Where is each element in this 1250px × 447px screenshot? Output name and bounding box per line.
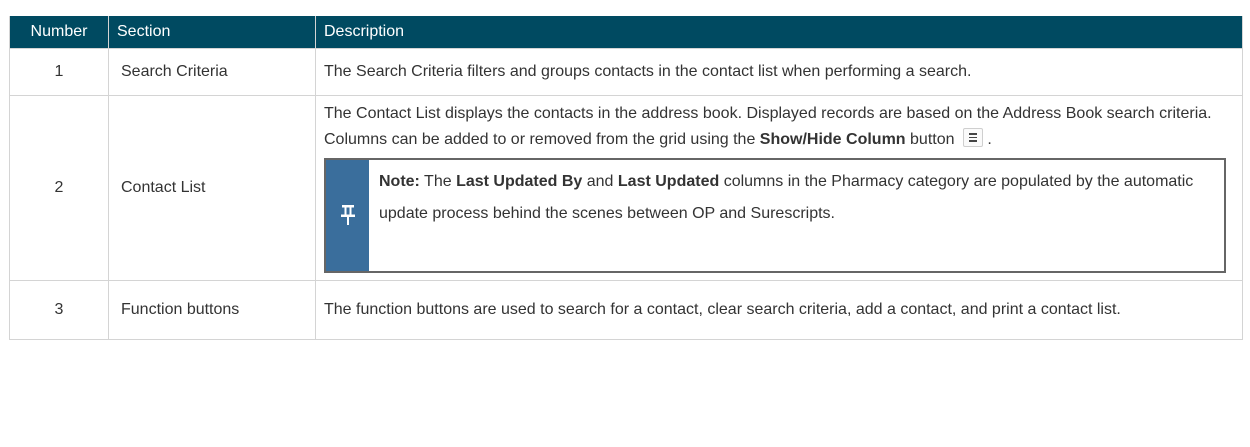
- row-number: 2: [9, 95, 109, 281]
- column-list-icon: [962, 128, 983, 148]
- row-section: Contact List: [108, 95, 316, 281]
- row-number: 1: [9, 48, 109, 96]
- contact-sections-table: Number Section Description 1 Search Crit…: [9, 16, 1243, 340]
- note-text: Note: The Last Updated By and Last Updat…: [369, 159, 1224, 271]
- description-text: .: [987, 131, 992, 149]
- table-header-row: Number Section Description: [9, 16, 1243, 49]
- description-paragraph: The Contact List displays the contacts i…: [324, 101, 1234, 154]
- row-description: The function buttons are used to search …: [315, 279, 1243, 340]
- note-text-part: and: [582, 172, 618, 190]
- table-row: 1 Search Criteria The Search Criteria fi…: [9, 48, 1243, 96]
- row-number: 3: [9, 279, 109, 340]
- note-bold-last-updated-by: Last Updated By: [456, 172, 583, 190]
- show-hide-column-label: Show/Hide Column: [759, 131, 906, 149]
- note-bold-last-updated: Last Updated: [617, 172, 720, 190]
- table-row: 2 Contact List The Contact List displays…: [9, 95, 1243, 281]
- header-number: Number: [9, 16, 109, 49]
- description-text: button: [905, 131, 955, 149]
- row-description: The Contact List displays the contacts i…: [315, 95, 1243, 281]
- header-description: Description: [315, 16, 1243, 49]
- row-section: Search Criteria: [108, 48, 316, 96]
- header-section: Section: [108, 16, 316, 49]
- table-row: 3 Function buttons The function buttons …: [9, 279, 1243, 340]
- note-text-part: The: [419, 172, 457, 190]
- note-label: Note:: [379, 172, 420, 190]
- note-callout: Note: The Last Updated By and Last Updat…: [324, 157, 1226, 273]
- pushpin-icon: [340, 205, 355, 226]
- note-icon-bar: [326, 159, 369, 271]
- row-description: The Search Criteria filters and groups c…: [315, 48, 1243, 96]
- row-section: Function buttons: [108, 279, 316, 340]
